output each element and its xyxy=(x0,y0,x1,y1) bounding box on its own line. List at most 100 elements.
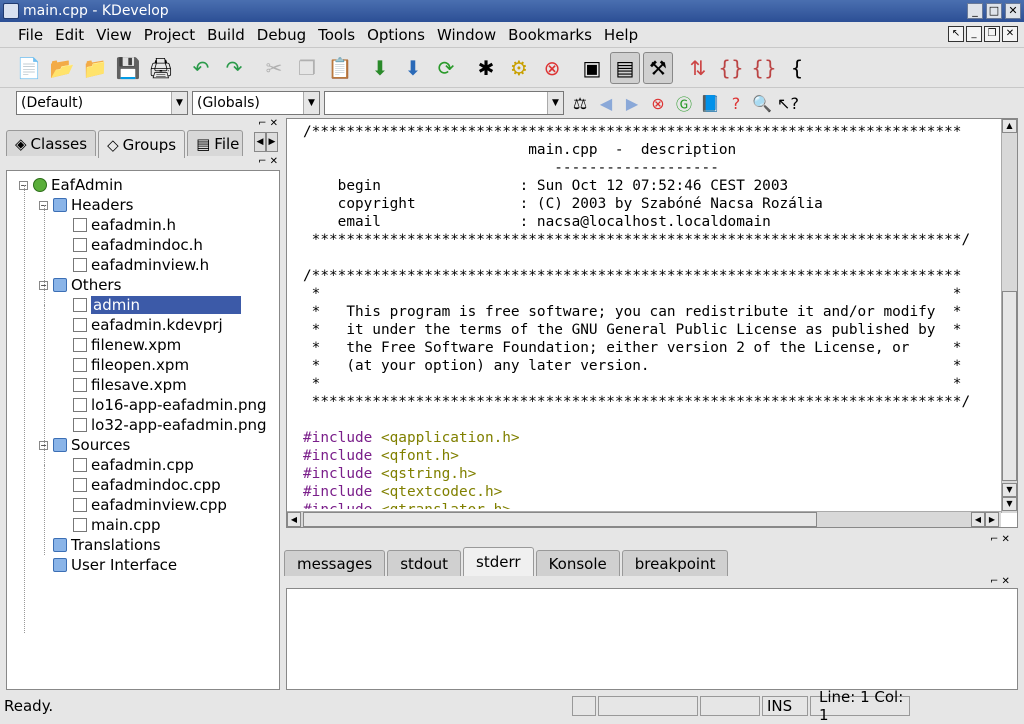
tree-file-item[interactable]: eafadminview.h xyxy=(73,255,209,275)
compile-file-icon[interactable]: ⬇ xyxy=(365,52,395,84)
save-icon[interactable]: 💾 xyxy=(113,52,143,84)
scroll-down-icon[interactable]: ▼ xyxy=(1002,483,1017,497)
copy-icon[interactable]: ❐ xyxy=(292,52,322,84)
stop-search-icon[interactable]: ⊗ xyxy=(646,91,670,115)
print-icon[interactable]: 🖨 xyxy=(146,52,176,84)
tree-file-item[interactable]: eafadmindoc.h xyxy=(73,235,203,255)
menu-bookmarks[interactable]: Bookmarks xyxy=(502,26,598,44)
open-project-icon[interactable]: 📂 xyxy=(47,52,77,84)
scroll-left-icon[interactable]: ◀ xyxy=(971,512,985,527)
tree-file-item[interactable]: filenew.xpm xyxy=(73,335,181,355)
output-view-icon[interactable]: ⚒ xyxy=(643,51,673,84)
scope-combo[interactable]: (Default) ▼ xyxy=(16,91,188,115)
tree-file-item[interactable]: main.cpp xyxy=(73,515,161,535)
undo-icon[interactable]: ↶ xyxy=(186,52,216,84)
forward-icon[interactable]: ▶ xyxy=(620,91,644,115)
stop-icon[interactable]: ⊗ xyxy=(537,52,567,84)
scroll-left-icon[interactable]: ◀ xyxy=(254,132,266,152)
redo-icon[interactable]: ↷ xyxy=(219,52,249,84)
chevron-down-icon[interactable]: ▼ xyxy=(171,92,187,114)
back-icon[interactable]: ◀ xyxy=(594,91,618,115)
tree-view-icon[interactable]: ▤ xyxy=(610,51,640,84)
tree-file-item[interactable]: eafadmindoc.cpp xyxy=(73,475,221,495)
scroll-right-icon[interactable]: ▶ xyxy=(985,512,999,527)
horizontal-scroll-thumb[interactable] xyxy=(303,512,817,527)
tree-file-item[interactable]: lo16-app-eafadmin.png xyxy=(73,395,267,415)
sort-icon[interactable]: ⇅ xyxy=(683,52,713,84)
tree-folder-item[interactable]: Sources xyxy=(53,435,130,455)
open-file-icon[interactable]: 📁 xyxy=(80,52,110,84)
maximize-icon[interactable]: □ xyxy=(986,3,1002,19)
tab-groups[interactable]: ◇ Groups xyxy=(98,130,186,158)
menu-project[interactable]: Project xyxy=(138,26,201,44)
tab-konsole[interactable]: Konsole xyxy=(535,550,620,576)
tree-folder-item[interactable]: User Interface xyxy=(53,555,177,575)
mdi-close-icon[interactable]: ✕ xyxy=(1002,26,1018,42)
panel-close-icon[interactable]: ⌐ ✕ xyxy=(258,118,278,129)
scroll-right-icon[interactable]: ▶ xyxy=(266,132,278,152)
globals-combo[interactable]: (Globals) ▼ xyxy=(192,91,320,115)
menu-options[interactable]: Options xyxy=(361,26,431,44)
book-icon[interactable]: 📘 xyxy=(698,91,722,115)
output-panel-close-icon[interactable]: ⌐ ✕ xyxy=(990,534,1010,545)
vertical-scrollbar[interactable]: ▲ ▼ ▼ xyxy=(1001,119,1017,513)
brackets2-icon[interactable]: {} xyxy=(749,52,779,84)
code-editor[interactable]: /***************************************… xyxy=(286,118,1018,528)
kdevelop-app-icon[interactable] xyxy=(3,3,19,19)
cut-icon[interactable]: ✂ xyxy=(259,52,289,84)
menu-view[interactable]: View xyxy=(90,26,138,44)
scroll-down-icon[interactable]: ▼ xyxy=(1002,497,1017,511)
qt-designer-icon[interactable]: ▣ xyxy=(577,52,607,84)
tree-file-item[interactable]: fileopen.xpm xyxy=(73,355,189,375)
tree-file-item[interactable]: eafadmin.h xyxy=(73,215,176,235)
tree-root-item[interactable]: EafAdmin xyxy=(33,175,123,195)
run-icon[interactable]: ⚙ xyxy=(504,52,534,84)
tree-file-item[interactable]: filesave.xpm xyxy=(73,375,187,395)
tree-folder-item[interactable]: Others xyxy=(53,275,121,295)
tree-file-item[interactable]: eafadmin.cpp xyxy=(73,455,194,475)
whats-this-icon[interactable]: ↖? xyxy=(776,91,800,115)
menu-edit[interactable]: Edit xyxy=(49,26,90,44)
new-file-icon[interactable]: 📄 xyxy=(14,52,44,84)
scroll-left-icon[interactable]: ◀ xyxy=(287,512,301,527)
paste-icon[interactable]: 📋 xyxy=(325,52,355,84)
output-view[interactable] xyxy=(286,588,1018,690)
search-icon[interactable]: 🔍 xyxy=(750,91,774,115)
horizontal-scrollbar[interactable]: ◀ ◀ ▶ xyxy=(287,511,1001,527)
mdi-arrange-icon[interactable]: ↖ xyxy=(948,26,964,42)
code-area[interactable]: /***************************************… xyxy=(303,123,993,509)
tree-file-item[interactable]: admin xyxy=(73,295,241,315)
output-view-close-icon[interactable]: ⌐ ✕ xyxy=(990,576,1010,587)
grep-icon[interactable]: { xyxy=(782,52,812,84)
tree-folder-item[interactable]: Headers xyxy=(53,195,133,215)
tree-file-item[interactable]: eafadminview.cpp xyxy=(73,495,227,515)
tree-file-item[interactable]: lo32-app-eafadmin.png xyxy=(73,415,267,435)
method-combo[interactable]: ▼ xyxy=(324,91,564,115)
tab-breakpoint[interactable]: breakpoint xyxy=(621,550,729,576)
brackets-icon[interactable]: {} xyxy=(716,52,746,84)
tree-folder-item[interactable]: Translations xyxy=(53,535,161,555)
mdi-minimize-icon[interactable]: _ xyxy=(966,26,982,42)
close-window-icon[interactable]: ✕ xyxy=(1005,3,1021,19)
menu-file[interactable]: File xyxy=(12,26,49,44)
chevron-down-icon[interactable]: ▼ xyxy=(547,92,563,114)
reload-icon[interactable]: Ⓖ xyxy=(672,91,696,115)
class-wizard-icon[interactable]: ⚖ xyxy=(568,91,592,115)
chevron-down-icon[interactable]: ▼ xyxy=(303,92,319,114)
menu-tools[interactable]: Tools xyxy=(312,26,361,44)
menu-help[interactable]: Help xyxy=(598,26,644,44)
build-icon[interactable]: ⬇ xyxy=(398,52,428,84)
minimize-icon[interactable]: _ xyxy=(967,3,983,19)
debug-icon[interactable]: ✱ xyxy=(471,52,501,84)
help-icon[interactable]: ? xyxy=(724,91,748,115)
mdi-restore-icon[interactable]: ❐ xyxy=(984,26,1000,42)
tab-stderr[interactable]: stderr xyxy=(463,547,534,576)
menu-build[interactable]: Build xyxy=(201,26,251,44)
menu-debug[interactable]: Debug xyxy=(251,26,312,44)
rebuild-icon[interactable]: ⟳ xyxy=(431,52,461,84)
tab-classes[interactable]: ◈ Classes xyxy=(6,130,97,156)
tab-stdout[interactable]: stdout xyxy=(387,550,462,576)
vertical-scroll-thumb[interactable] xyxy=(1002,291,1017,481)
panel-close-icon[interactable]: ⌐ ✕ xyxy=(258,156,278,167)
menu-window[interactable]: Window xyxy=(431,26,502,44)
